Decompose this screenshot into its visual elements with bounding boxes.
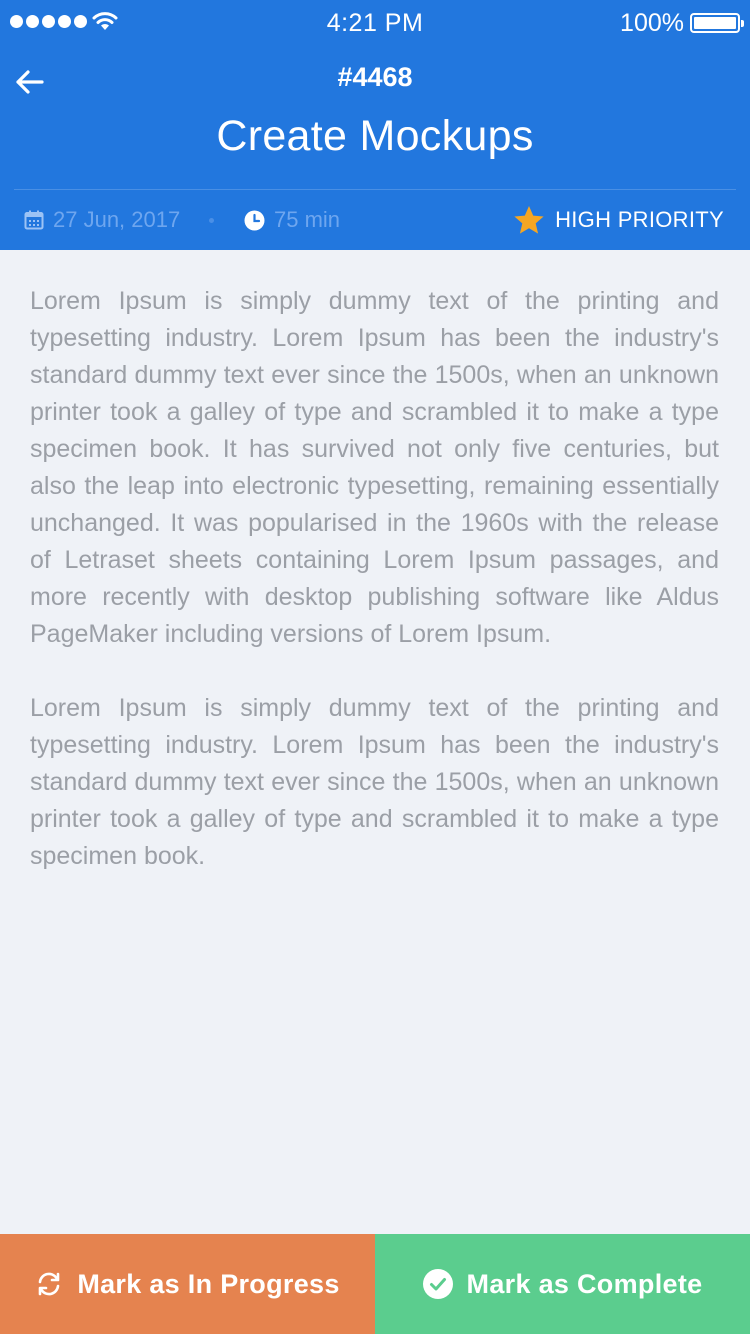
mark-complete-label: Mark as Complete [466, 1268, 703, 1299]
priority-label: HIGH PRIORITY [555, 207, 724, 232]
task-duration-text: 75 min [274, 207, 341, 232]
mark-in-progress-button[interactable]: Mark as In Progress [0, 1234, 375, 1334]
battery-percentage: 100% [620, 9, 684, 37]
mark-in-progress-label: Mark as In Progress [77, 1268, 340, 1299]
task-header: 4:21 PM 100% #4468 Create Mockups 27 Jun… [0, 0, 750, 250]
task-date: 27 Jun, 2017 [24, 190, 180, 250]
mark-complete-button[interactable]: Mark as Complete [375, 1234, 750, 1334]
task-duration: 75 min [244, 190, 340, 250]
priority-badge: HIGH PRIORITY [513, 190, 724, 250]
action-bar: Mark as In Progress Mark as Complete [0, 1234, 750, 1334]
clock-icon [244, 210, 265, 230]
description-paragraph: Lorem Ipsum is simply dummy text of the … [30, 694, 719, 870]
task-description: Lorem Ipsum is simply dummy text of the … [30, 283, 719, 912]
calendar-icon [24, 210, 44, 230]
task-id: #4468 [337, 62, 413, 92]
status-bar: 4:21 PM 100% [0, 0, 750, 44]
page-title: Create Mockups [216, 112, 534, 160]
task-date-text: 27 Jun, 2017 [53, 207, 181, 232]
refresh-icon [39, 1272, 60, 1296]
description-paragraph: Lorem Ipsum is simply dummy text of the … [30, 287, 719, 648]
star-icon [514, 206, 544, 234]
meta-separator-dot [209, 218, 214, 223]
task-meta-bar: 27 Jun, 2017 75 min HIGH PRIORITY [0, 190, 750, 250]
battery-icon [690, 13, 744, 33]
check-circle-icon [422, 1269, 453, 1299]
